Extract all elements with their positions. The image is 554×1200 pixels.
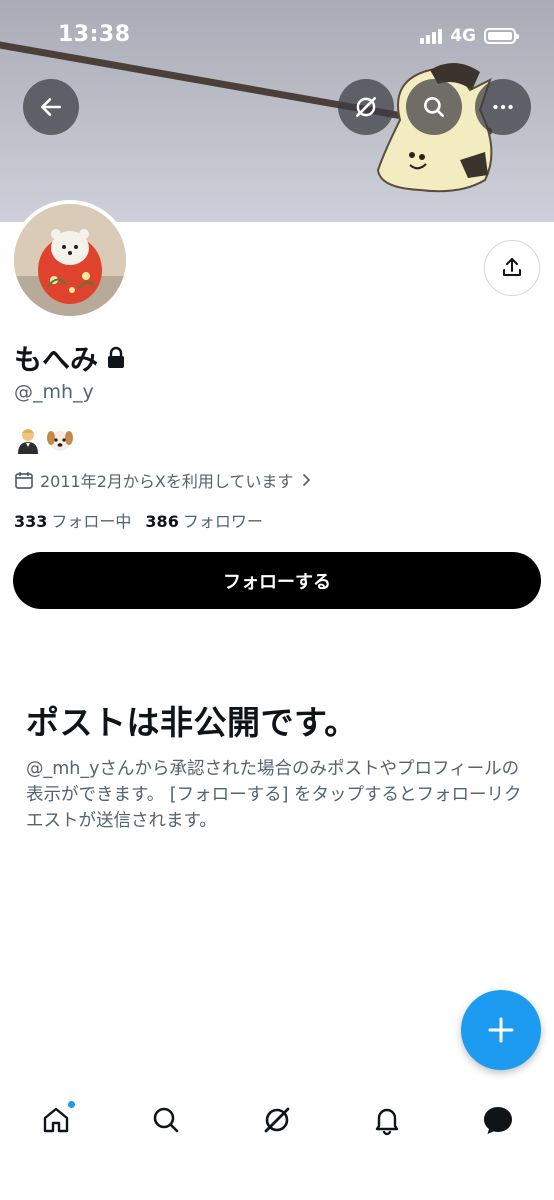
dog-face-emoji bbox=[47, 431, 73, 451]
joined-date[interactable]: 2011年2月からXを利用しています bbox=[14, 468, 313, 492]
chevron-right-icon bbox=[303, 474, 311, 486]
display-name-text: もへみ bbox=[14, 343, 99, 376]
network-label: 4G bbox=[450, 26, 476, 46]
battery-icon bbox=[484, 28, 519, 44]
follow-button[interactable]: フォローする bbox=[13, 552, 541, 609]
private-posts-title: ポストは非公開です。 bbox=[26, 703, 358, 742]
compose-post-button[interactable] bbox=[461, 990, 541, 1070]
status-bar: 13:38 4G bbox=[0, 0, 554, 72]
nav-messages[interactable] bbox=[476, 1098, 520, 1142]
status-indicators: 4G bbox=[420, 26, 519, 46]
calendar-icon bbox=[15, 472, 33, 489]
home-icon bbox=[43, 1107, 69, 1133]
bottom-nav bbox=[0, 1080, 554, 1200]
daruma-avatar-image bbox=[14, 204, 126, 316]
followers-label: フォロワー bbox=[182, 512, 263, 531]
nav-home[interactable] bbox=[34, 1098, 78, 1142]
avatar[interactable] bbox=[10, 200, 130, 320]
nav-grok[interactable] bbox=[255, 1098, 299, 1142]
share-button[interactable] bbox=[484, 240, 540, 296]
joined-text: 2011年2月からXを利用しています bbox=[40, 472, 294, 491]
followers-count: 386 bbox=[145, 512, 179, 531]
man-in-tuxedo-emoji bbox=[18, 429, 38, 454]
lock-icon bbox=[108, 346, 125, 368]
back-button[interactable] bbox=[23, 79, 79, 135]
back-arrow-icon bbox=[41, 98, 61, 116]
grok-button[interactable] bbox=[338, 79, 394, 135]
handle: @_mh_y bbox=[14, 381, 94, 403]
display-name: もへみ bbox=[14, 338, 126, 378]
profile-screen: 13:38 4G もへみ @_mh_y 2011年2月からXを利用しています 3… bbox=[0, 0, 554, 1200]
bell-icon bbox=[375, 1108, 399, 1136]
bio bbox=[14, 426, 74, 454]
nav-notifications[interactable] bbox=[365, 1098, 409, 1142]
search-icon bbox=[153, 1107, 179, 1133]
private-posts-description: @_mh_yさんから承認された場合のみポストやプロフィールの表示ができます。 [… bbox=[26, 759, 522, 831]
grok-icon bbox=[264, 1107, 290, 1133]
status-time: 13:38 bbox=[58, 22, 131, 47]
messages-icon bbox=[484, 1107, 512, 1134]
share-icon bbox=[503, 258, 521, 276]
plus-icon bbox=[488, 1017, 514, 1043]
notification-dot bbox=[67, 1100, 76, 1109]
following-link[interactable]: 333 フォロー中 bbox=[14, 508, 131, 532]
more-icon bbox=[493, 104, 513, 110]
nav-search[interactable] bbox=[144, 1098, 188, 1142]
search-icon bbox=[424, 97, 444, 117]
grok-icon bbox=[356, 97, 376, 117]
following-count: 333 bbox=[14, 512, 48, 531]
more-button[interactable] bbox=[475, 79, 531, 135]
search-button[interactable] bbox=[406, 79, 462, 135]
follow-stats: 333 フォロー中 386 フォロワー bbox=[14, 508, 263, 532]
followers-link[interactable]: 386 フォロワー bbox=[145, 508, 262, 532]
following-label: フォロー中 bbox=[51, 512, 132, 531]
signal-icon bbox=[420, 28, 443, 44]
